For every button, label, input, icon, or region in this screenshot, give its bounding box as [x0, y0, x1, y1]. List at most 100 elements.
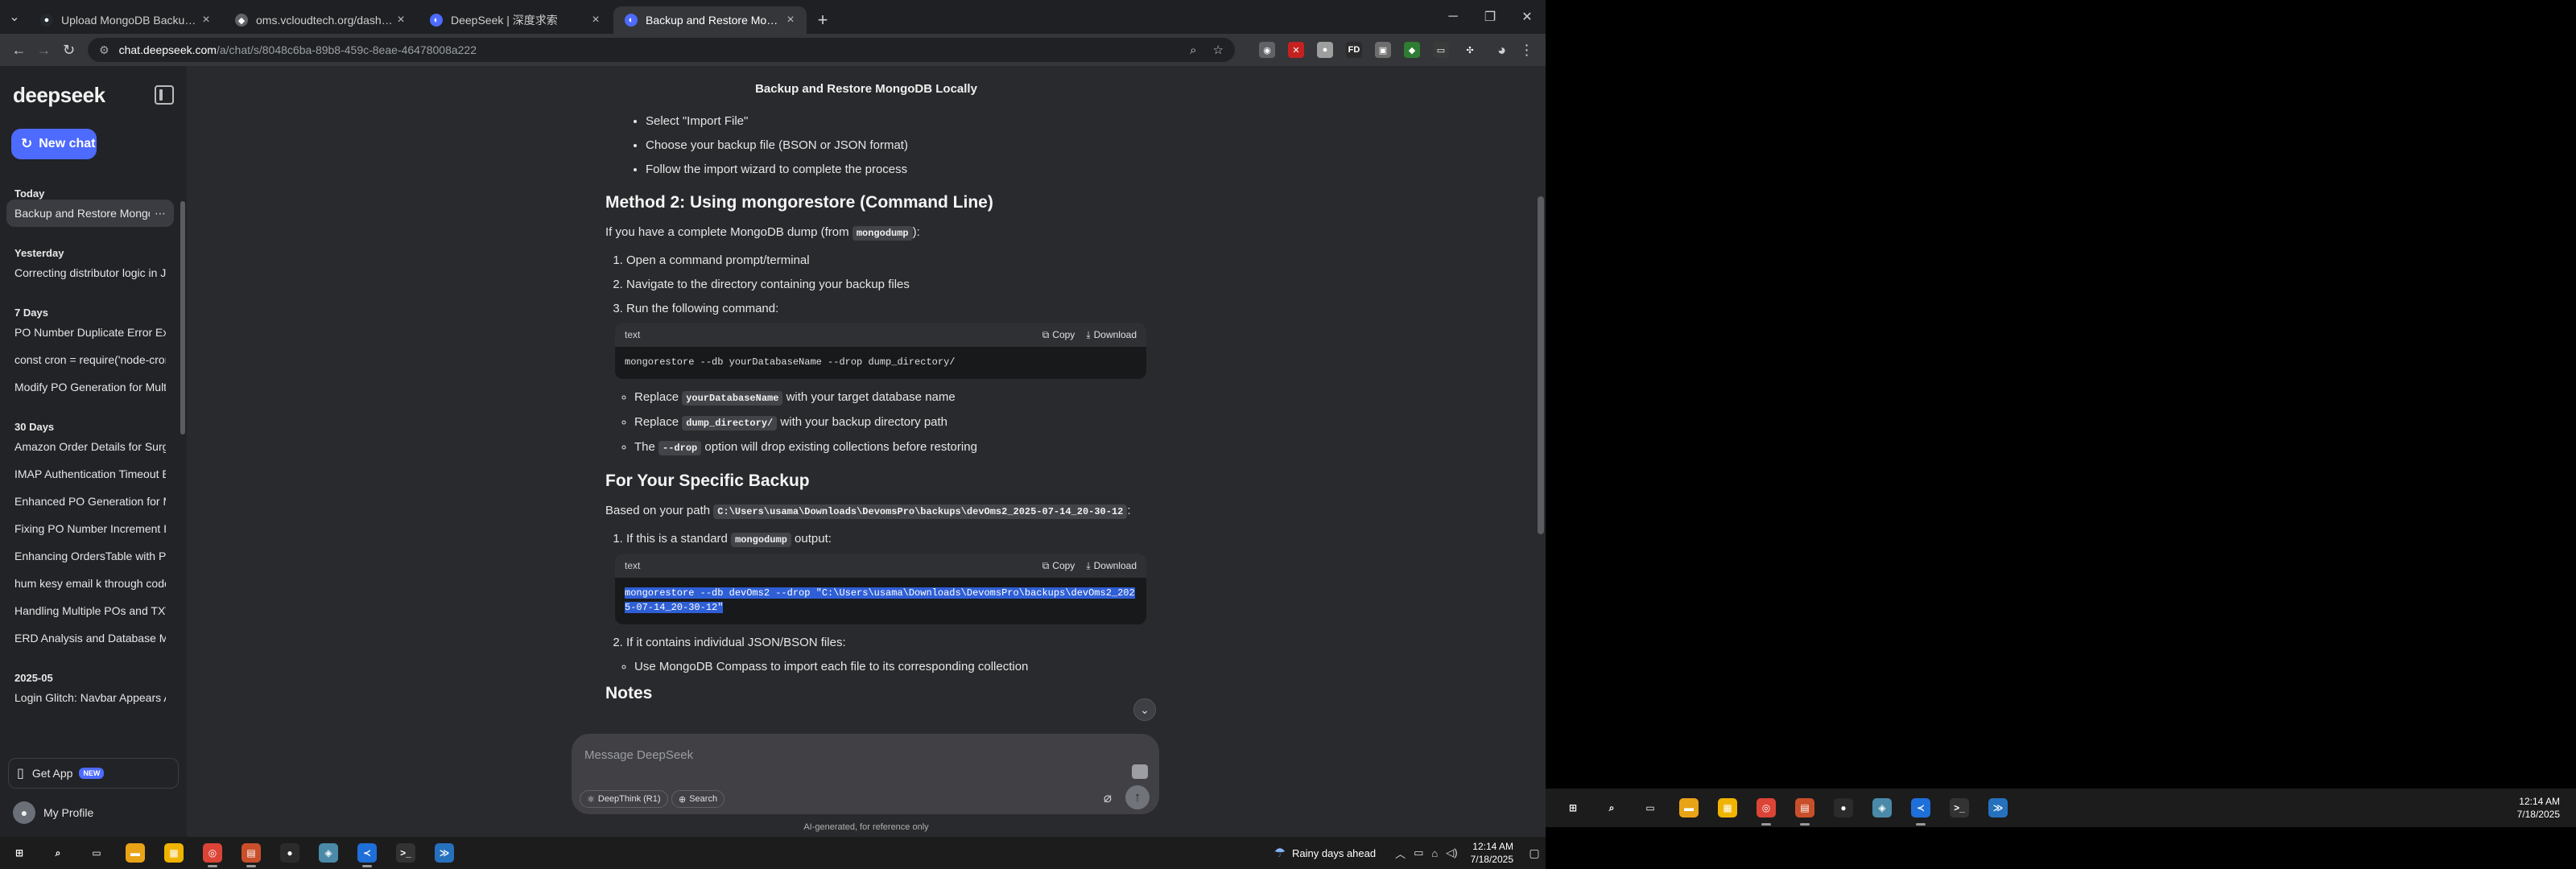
image-ext-icon[interactable]: ▣	[1375, 42, 1391, 58]
browser-tab[interactable]: ◆ oms.vcloudtech.org/dashboard×	[224, 6, 417, 34]
download-code-button[interactable]: ⤓ Download	[1086, 327, 1137, 342]
restore-button[interactable]: ❐	[1472, 0, 1509, 34]
browser-tab[interactable]: ◐ DeepSeek | 深度求索 ×	[419, 6, 612, 34]
code-text[interactable]: mongorestore --db yourDatabaseName --dro…	[615, 347, 1146, 379]
file-explorer-icon[interactable]: ▬	[116, 837, 155, 869]
chrome-icon[interactable]: ◎	[193, 837, 232, 869]
red-x-ext-icon[interactable]: ✕	[1288, 42, 1304, 58]
store-icon[interactable]: ▦	[1708, 789, 1747, 827]
deepseek-logo[interactable]: deepseek	[13, 83, 105, 108]
incognito-ext-icon[interactable]: ◉	[1259, 42, 1275, 58]
minimize-button[interactable]: ─	[1435, 0, 1472, 34]
sidebar-chat-item[interactable]: Enhanced PO Generation for Multiple	[6, 488, 174, 515]
copy-code-button[interactable]: ⧉ Copy	[1042, 327, 1075, 342]
browser-tab[interactable]: ◐ Backup and Restore MongoDB×	[613, 6, 807, 34]
terminal-icon[interactable]: >_	[1940, 789, 1979, 827]
sidebar-chat-item[interactable]: hum kesy email k through code	[6, 570, 174, 597]
tray-chevron-icon[interactable]: ︿	[1395, 846, 1406, 861]
forward-arrow-icon[interactable]: →	[31, 37, 56, 63]
sidebar-toggle-icon[interactable]	[155, 85, 174, 105]
browser-tab[interactable]: ● Upload MongoDB Backup Local×	[29, 6, 222, 34]
battery-icon[interactable]: ▭	[1414, 846, 1423, 859]
volume-icon[interactable]: ◁)	[1446, 846, 1457, 859]
app-dark-icon[interactable]: ●	[270, 837, 309, 869]
bookmark-star-icon[interactable]: ☆	[1213, 43, 1224, 57]
start-icon[interactable]: ⊞	[0, 837, 39, 869]
taskbar-clock[interactable]: 12:14 AM 7/18/2025	[1471, 840, 1513, 866]
start-icon[interactable]: ⊞	[1554, 789, 1592, 827]
puzzle-ext-icon[interactable]: ✣	[1462, 42, 1478, 58]
circle-ext-icon[interactable]: ●	[1317, 42, 1333, 58]
powershell-icon[interactable]: ≫	[1979, 789, 2017, 827]
download-code-button[interactable]: ⤓ Download	[1086, 558, 1137, 573]
scroll-to-bottom-button[interactable]: ⌄	[1133, 698, 1156, 721]
message-input[interactable]	[584, 748, 1067, 762]
profile-avatar-icon[interactable]: ◕	[1489, 37, 1514, 63]
search-icon[interactable]: ⌕	[39, 837, 77, 869]
sidebar-chat-item[interactable]: const cron = require('node-cron');	[6, 346, 174, 373]
my-profile-button[interactable]: ● My Profile	[8, 797, 179, 829]
app-red-icon[interactable]: ▤	[1785, 789, 1824, 827]
copy-code-button[interactable]: ⧉ Copy	[1042, 558, 1075, 573]
sidebar-chat-item[interactable]: Modify PO Generation for Multiple	[6, 373, 174, 401]
address-bar[interactable]: ⚙ chat.deepseek.com/a/chat/s/8048c6ba-89…	[88, 38, 1235, 62]
site-info-icon[interactable]: ⚙	[99, 43, 109, 57]
sidebar-chat-item[interactable]: Login Glitch: Navbar Appears After	[6, 684, 174, 711]
task-view-icon[interactable]: ▭	[1631, 789, 1670, 827]
sidebar-chat-item[interactable]: Enhancing OrdersTable with Product	[6, 542, 174, 570]
sidebar-chat-item[interactable]: ERD Analysis and Database Model	[6, 624, 174, 652]
url-text[interactable]: chat.deepseek.com/a/chat/s/8048c6ba-89b8…	[119, 43, 1174, 56]
file-explorer-icon[interactable]: ▬	[1670, 789, 1708, 827]
search-toggle[interactable]: ⊕ Search	[671, 790, 725, 808]
fd-ext-icon[interactable]: FD	[1346, 42, 1362, 58]
sidebar-chat-item[interactable]: Correcting distributor logic in JavaScri…	[6, 259, 174, 286]
back-arrow-icon[interactable]: ←	[6, 37, 31, 63]
attach-paperclip-icon[interactable]: ⌀	[1098, 789, 1117, 808]
network-icon[interactable]: ⌂	[1431, 847, 1438, 859]
app-red-icon[interactable]: ▤	[232, 837, 270, 869]
app-teal-icon[interactable]: ◈	[1863, 789, 1901, 827]
sidebar-chat-item[interactable]: Handling Multiple POs and TXWs	[6, 597, 174, 624]
app-dark-icon[interactable]: ●	[1824, 789, 1863, 827]
browser-menu-icon[interactable]: ⋮	[1514, 37, 1539, 63]
reload-icon[interactable]: ↻	[56, 37, 81, 63]
deepthink-toggle[interactable]: ⚛ DeepThink (R1)	[580, 790, 668, 808]
notification-icon[interactable]: ▢	[1523, 837, 1546, 869]
selected-code-text[interactable]: mongorestore --db devOms2 --drop "C:\Use…	[625, 587, 1135, 613]
terminal-icon[interactable]: >_	[386, 837, 425, 869]
vscode-icon[interactable]: ≺	[1901, 789, 1940, 827]
dark-ext-icon[interactable]: ▭	[1433, 42, 1449, 58]
tab-search-chevron-icon[interactable]: ⌄	[0, 0, 29, 34]
close-tab-icon[interactable]: ×	[782, 12, 799, 28]
sidebar-chat-item[interactable]: Amazon Order Details for Surgery	[6, 433, 174, 460]
sidebar-chat-item[interactable]: IMAP Authentication Timeout Error	[6, 460, 174, 488]
close-tab-icon[interactable]: ×	[393, 12, 409, 28]
green-ext-icon[interactable]: ◆	[1404, 42, 1420, 58]
store-icon[interactable]: ▦	[155, 837, 193, 869]
sidebar-chat-item[interactable]: Fixing PO Number Increment Issue	[6, 515, 174, 542]
sidebar-chat-item[interactable]: Backup and Restore MongoDB⋯	[6, 200, 174, 227]
zoom-search-icon[interactable]: ⌕	[1190, 43, 1196, 57]
main-scrollbar[interactable]	[1538, 196, 1544, 534]
taskbar-clock-right[interactable]: 12:14 AM 7/18/2025	[2512, 789, 2570, 827]
get-app-button[interactable]: ▯ Get App NEW	[8, 758, 179, 789]
close-tab-icon[interactable]: ×	[198, 12, 214, 28]
sidebar-chat-item[interactable]: PO Number Duplicate Error Explained	[6, 319, 174, 346]
chrome-icon[interactable]: ◎	[1747, 789, 1785, 827]
send-arrow-button[interactable]: ↑	[1125, 785, 1150, 809]
more-options-icon[interactable]: ⋯	[150, 207, 166, 220]
search-icon[interactable]: ⌕	[1592, 789, 1631, 827]
task-view-icon[interactable]: ▭	[77, 837, 116, 869]
new-tab-button[interactable]: +	[808, 6, 837, 34]
chat-item-label: Amazon Order Details for Surgery	[14, 440, 166, 453]
close-tab-icon[interactable]: ×	[588, 12, 604, 28]
close-window-button[interactable]: ✕	[1509, 0, 1546, 34]
weather-widget[interactable]: ☂ Rainy days ahead	[1274, 845, 1376, 861]
vscode-icon[interactable]: ≺	[348, 837, 386, 869]
code-text[interactable]: mongorestore --db devOms2 --drop "C:\Use…	[615, 578, 1146, 624]
deepthink-label: DeepThink (R1)	[597, 794, 661, 804]
sidebar-scrollbar[interactable]	[180, 201, 185, 434]
powershell-icon[interactable]: ≫	[425, 837, 464, 869]
app-teal-icon[interactable]: ◈	[309, 837, 348, 869]
new-chat-button[interactable]: ↻ New chat	[11, 129, 97, 159]
